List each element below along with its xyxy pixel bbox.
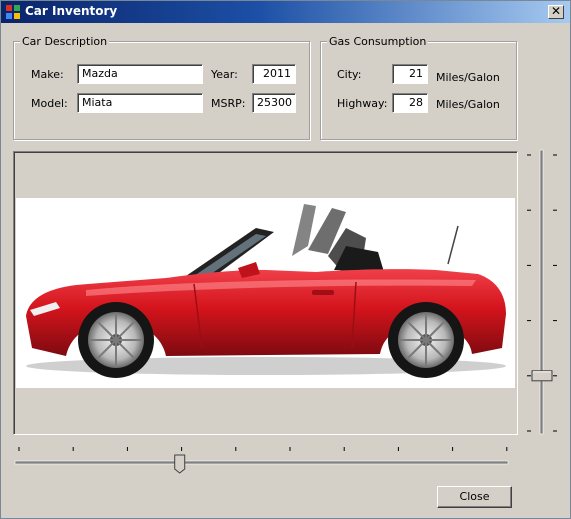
horizontal-trackbar[interactable] (13, 445, 510, 475)
app-icon (6, 5, 20, 19)
gas-consumption-group: Gas Consumption City: 21 Miles/Galon Hig… (320, 35, 517, 140)
highway-unit: Miles/Galon (436, 98, 500, 111)
msrp-label: MSRP: (211, 97, 246, 110)
car-description-group: Car Description Make: Mazda Year: 2011 M… (13, 35, 310, 140)
car-picture-frame (13, 151, 518, 435)
car-photo (16, 198, 515, 388)
model-field[interactable]: Miata (77, 93, 203, 113)
year-field[interactable]: 2011 (252, 64, 296, 84)
red-convertible-image (26, 204, 506, 378)
horizontal-slider-thumb[interactable] (174, 454, 186, 474)
vertical-trackbar[interactable] (525, 147, 559, 437)
highway-field[interactable]: 28 (392, 93, 428, 113)
close-button[interactable]: Close (437, 486, 512, 508)
highway-label: Highway: (337, 97, 388, 110)
year-label: Year: (211, 68, 238, 81)
close-icon: ✕ (550, 4, 562, 18)
close-window-button[interactable]: ✕ (548, 5, 564, 19)
car-inventory-window: Car Inventory ✕ Car Description Make: Ma… (0, 0, 571, 519)
model-label: Model: (31, 97, 68, 110)
make-field[interactable]: Mazda (77, 64, 203, 84)
window-title: Car Inventory (25, 4, 118, 18)
city-label: City: (337, 68, 362, 81)
msrp-field[interactable]: 25300 (252, 93, 296, 113)
gas-consumption-legend: Gas Consumption (327, 35, 429, 48)
car-description-legend: Car Description (20, 35, 110, 48)
city-unit: Miles/Galon (436, 71, 500, 84)
make-label: Make: (31, 68, 64, 81)
city-field[interactable]: 21 (392, 64, 428, 84)
vertical-slider-thumb[interactable] (531, 370, 553, 382)
title-bar[interactable]: Car Inventory ✕ (1, 1, 570, 23)
